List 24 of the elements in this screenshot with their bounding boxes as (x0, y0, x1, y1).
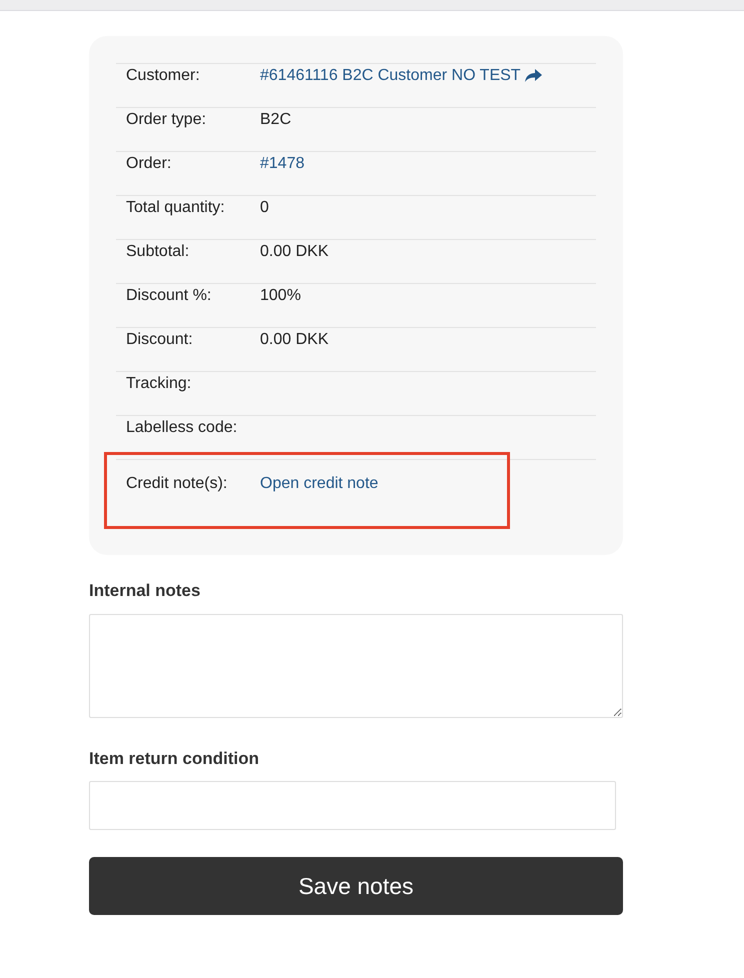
detail-label: Order type: (125, 110, 208, 130)
value-link[interactable]: #1478 (260, 152, 304, 176)
detail-label: Subtotal: (125, 242, 190, 262)
condition-input[interactable] (89, 781, 616, 830)
detail-label: Total quantity: (125, 198, 226, 218)
detail-value: B2C (260, 110, 292, 130)
detail-value: 100% (260, 286, 301, 306)
value-link[interactable]: Open credit note (260, 472, 378, 496)
customer-link[interactable]: #61461116 B2C Customer NO TEST (260, 64, 521, 88)
share-arrow-icon (524, 69, 542, 83)
section-label: Internal notes (89, 580, 202, 602)
detail-label: Customer: (125, 66, 201, 86)
detail-value: 0.00 DKK (260, 242, 328, 262)
detail-value: 0.00 DKK (260, 330, 328, 350)
detail-label: Discount %: (125, 286, 212, 306)
detail-label: Discount: (125, 330, 194, 350)
detail-label: Order: (125, 154, 172, 174)
section-label: Item return condition (89, 748, 260, 770)
detail-label: Tracking: (125, 374, 192, 394)
notes-textarea[interactable] (89, 614, 623, 718)
detail-label: Credit note(s): (125, 474, 228, 494)
detail-label: Labelless code: (125, 418, 238, 438)
detail-value: 0 (260, 198, 269, 218)
save-button[interactable]: Save notes (89, 857, 623, 915)
